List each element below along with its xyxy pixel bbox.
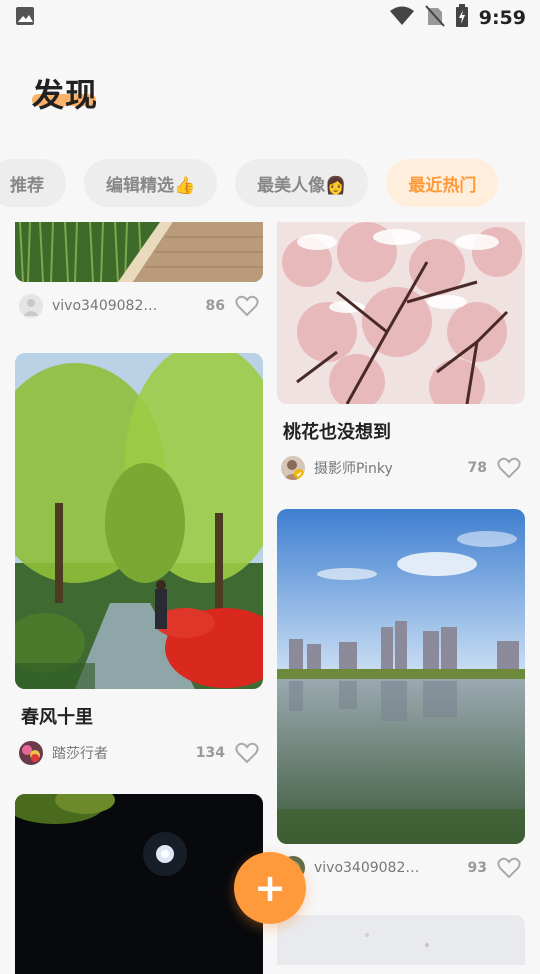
heart-icon[interactable] [497, 457, 521, 479]
photo-card[interactable] [15, 794, 263, 974]
card-title[interactable]: 春风十里 [21, 703, 263, 729]
photo-thumbnail[interactable] [277, 509, 525, 844]
photo-thumbnail[interactable] [15, 353, 263, 689]
heart-icon[interactable] [497, 857, 521, 879]
category-tabs: 推荐 编辑精选👍 最美人像👩 最近热门 [0, 159, 499, 207]
photo-thumbnail[interactable] [15, 794, 263, 974]
photo-thumbnail[interactable] [277, 915, 525, 965]
card-meta: vivo34090828... 93 [277, 854, 525, 882]
tab-recommend[interactable]: 推荐 [0, 159, 66, 207]
add-post-button[interactable]: + [234, 852, 306, 924]
tab-portrait[interactable]: 最美人像👩 [235, 159, 369, 207]
card-meta: 摄影师Pinky 78 [277, 454, 525, 482]
wifi-icon [389, 6, 415, 30]
card-meta: vivo34090828... 86 [15, 292, 263, 320]
author-name[interactable]: vivo34090828... [52, 298, 162, 314]
no-sim-icon [424, 5, 445, 31]
photo-thumbnail[interactable] [15, 222, 263, 282]
like-count: 86 [205, 298, 225, 314]
like-count: 93 [467, 860, 487, 876]
page-title: 发现 [32, 76, 99, 114]
page-header: 发现 [32, 70, 98, 116]
like-count: 78 [467, 460, 487, 476]
author-name[interactable]: vivo34090828... [314, 860, 424, 876]
avatar[interactable] [19, 741, 43, 765]
author-name[interactable]: 摄影师Pinky [314, 458, 393, 478]
photo-card[interactable]: vivo34090828... 93 [277, 509, 525, 882]
avatar[interactable] [19, 294, 43, 318]
photo-card[interactable] [277, 915, 525, 965]
photo-card[interactable]: vivo34090828... 86 [15, 222, 263, 320]
author-name[interactable]: 踏莎行者 [52, 743, 108, 763]
image-notification-icon [14, 5, 36, 31]
battery-charging-icon [455, 4, 469, 32]
heart-icon[interactable] [235, 295, 259, 317]
heart-icon[interactable] [235, 742, 259, 764]
tab-editors-pick[interactable]: 编辑精选👍 [84, 159, 218, 207]
photo-card[interactable]: 春风十里 踏莎行者 134 [15, 353, 263, 767]
plus-icon: + [254, 866, 286, 910]
card-meta: 踏莎行者 134 [15, 739, 263, 767]
avatar[interactable] [281, 456, 305, 480]
like-count: 134 [195, 745, 225, 761]
clock: 9:59 [478, 7, 526, 29]
photo-thumbnail[interactable] [277, 222, 525, 404]
card-title[interactable]: 桃花也没想到 [283, 418, 525, 444]
status-bar: 9:59 [0, 0, 540, 36]
photo-card[interactable]: 桃花也没想到 摄影师Pinky 78 [277, 222, 525, 482]
tab-recent-hot[interactable]: 最近热门 [386, 159, 499, 207]
